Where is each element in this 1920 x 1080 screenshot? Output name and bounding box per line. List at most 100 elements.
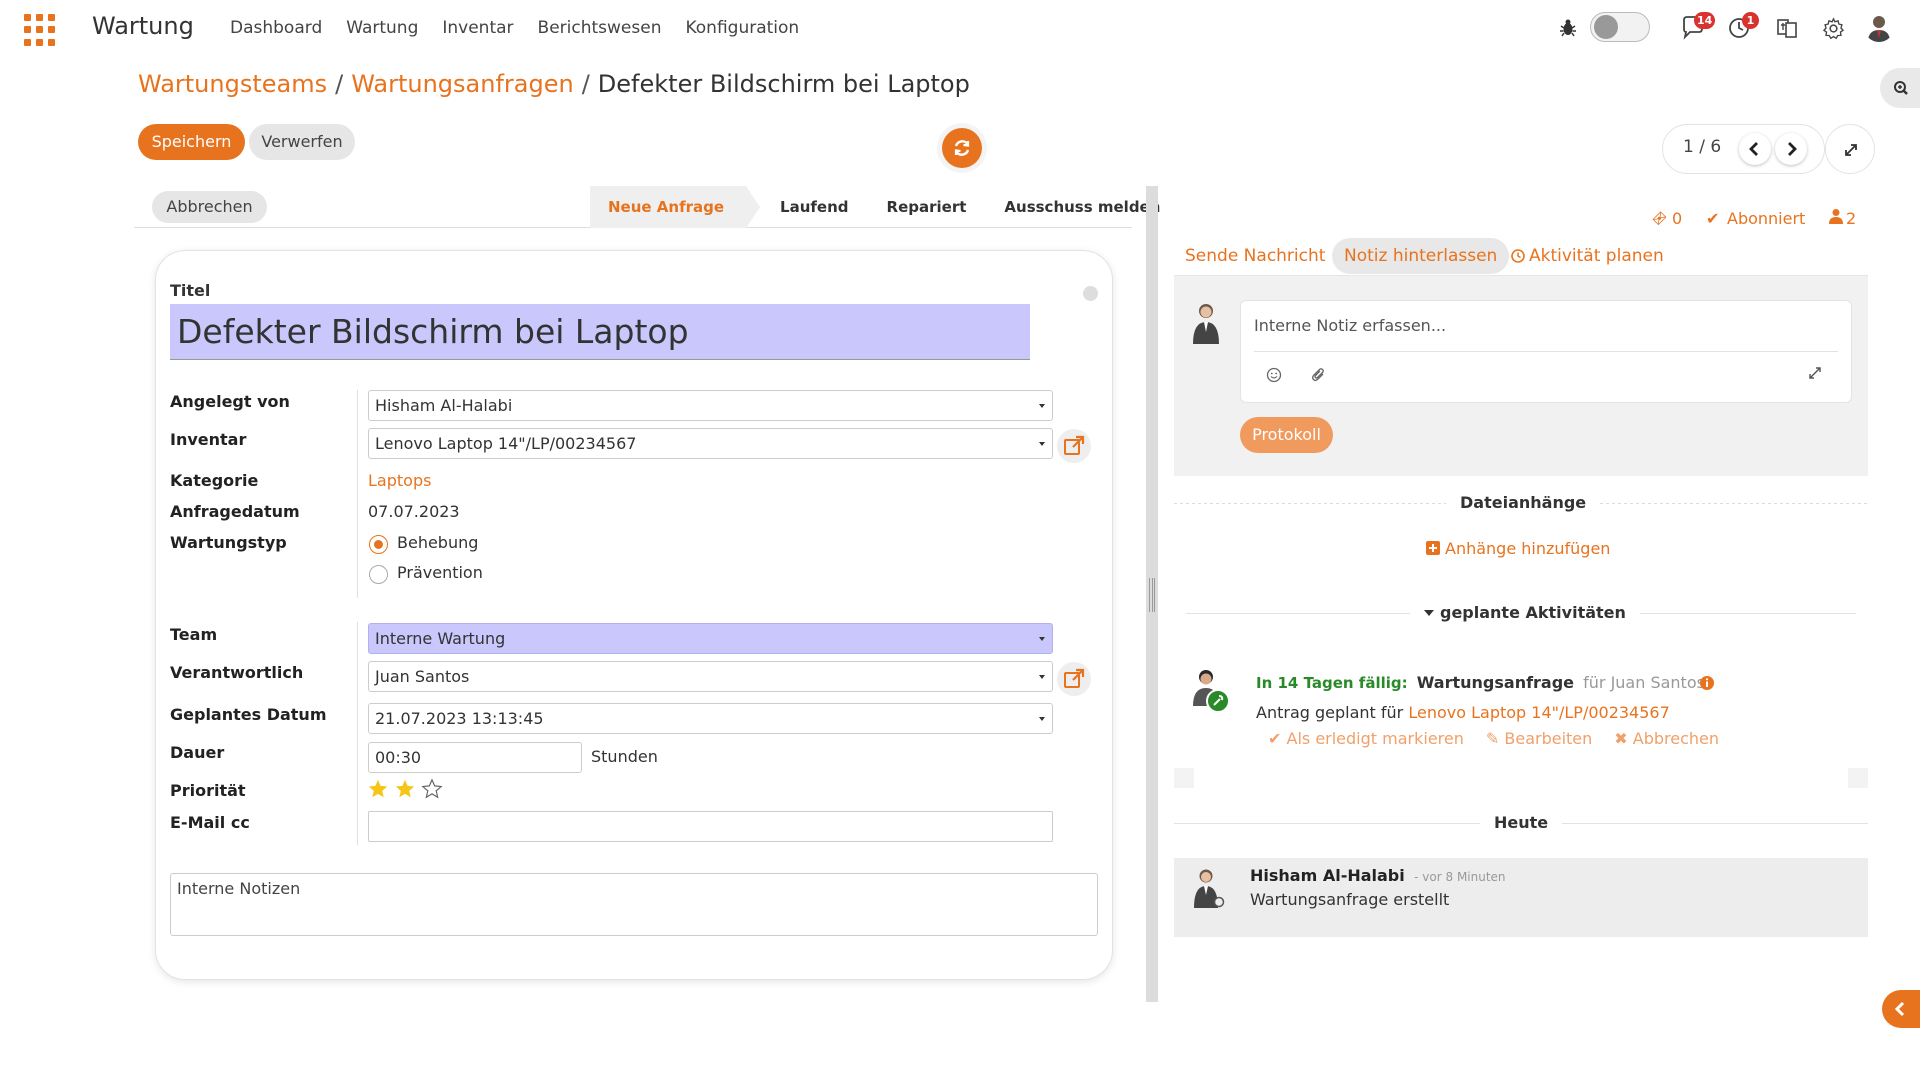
radio-preventive[interactable] — [369, 565, 388, 584]
radio-preventive-label[interactable]: Prävention — [397, 563, 483, 582]
top-navbar: Wartung Dashboard Wartung Inventar Beric… — [0, 0, 1920, 56]
email-cc-field[interactable] — [368, 811, 1053, 842]
activity-clock-icon[interactable]: 1 — [1727, 12, 1759, 42]
composer-divider — [1254, 351, 1838, 352]
expand-icon[interactable] — [1825, 124, 1875, 174]
chevron-left-icon[interactable] — [1882, 990, 1920, 1028]
attachments-count[interactable]: 0 — [1672, 209, 1682, 228]
inventory-label: Inventar — [170, 430, 247, 449]
cancel-request-button[interactable]: Abbrechen — [152, 191, 267, 223]
responsible-value: Juan Santos — [375, 667, 470, 686]
user-avatar[interactable] — [1864, 12, 1894, 42]
team-field[interactable]: Interne Wartung — [368, 623, 1053, 654]
breadcrumb: Wartungsteams / Wartungsanfragen / Defekter … — [138, 70, 970, 98]
created-by-field[interactable]: Hisham Al-Halabi — [368, 390, 1053, 421]
radio-corrective[interactable] — [369, 535, 388, 554]
menu-item-berichtswesen[interactable]: Berichtswesen — [538, 18, 662, 38]
request-date-label: Anfragedatum — [170, 502, 300, 521]
pager-previous-button[interactable] — [1739, 133, 1771, 165]
fullscreen-composer-icon[interactable] — [1807, 365, 1823, 381]
clock-icon — [1511, 238, 1528, 274]
menu-item-wartung[interactable]: Wartung — [346, 18, 418, 38]
add-attachment-icon[interactable] — [1426, 541, 1440, 555]
stage-new-request[interactable]: Neue Anfrage — [590, 186, 761, 228]
chevron-down-icon — [1039, 442, 1045, 446]
messages-badge: 14 — [1694, 12, 1716, 29]
team-label: Team — [170, 625, 218, 644]
scheduled-date-value: 21.07.2023 13:13:45 — [375, 709, 544, 728]
internal-notes-field[interactable]: Interne Notizen — [170, 873, 1098, 936]
breadcrumb-item-requests[interactable]: Wartungsanfragen — [351, 70, 574, 98]
note-input[interactable]: Interne Notiz erfassen... — [1254, 316, 1446, 335]
activity-line: In 14 Tagen fällig: Wartungsanfrage für … — [1256, 673, 1705, 692]
message-author[interactable]: Hisham Al-Halabi — [1250, 866, 1405, 885]
info-icon[interactable] — [1699, 675, 1715, 691]
followers-count[interactable]: 2 — [1846, 209, 1856, 228]
attachments-counter[interactable]: ✉ — [1648, 207, 1671, 230]
stage-in-progress[interactable]: Laufend — [746, 186, 867, 228]
tab-schedule-activity[interactable]: Aktivität planen — [1529, 238, 1664, 274]
star-filled-icon[interactable] — [394, 778, 416, 800]
log-button[interactable]: Protokoll — [1240, 417, 1333, 453]
stage-selector: Neue Anfrage Laufend Repariert Ausschuss… — [590, 186, 1179, 228]
subscribed-button[interactable]: Abonniert — [1727, 209, 1805, 228]
debug-toggle[interactable] — [1590, 12, 1650, 42]
caret-down-icon — [1424, 609, 1434, 616]
refresh-icon[interactable] — [942, 128, 982, 168]
inventory-field[interactable]: Lenovo Laptop 14"/LP/00234567 — [368, 428, 1053, 459]
team-value: Interne Wartung — [375, 629, 506, 648]
external-link-icon[interactable] — [1057, 662, 1091, 696]
tab-send-message[interactable]: Sende Nachricht — [1185, 238, 1325, 274]
composer-avatar — [1190, 300, 1222, 344]
planned-activities-toggle[interactable]: geplante Aktivitäten — [1410, 603, 1640, 622]
pencil-icon: ✎ — [1485, 729, 1505, 748]
settings-gear-icon[interactable] — [1822, 17, 1845, 40]
cancel-activity-button[interactable]: ✖ Abbrechen — [1614, 729, 1719, 748]
drag-handle-icon[interactable] — [1149, 578, 1155, 612]
menu-item-konfiguration[interactable]: Konfiguration — [685, 18, 799, 38]
mark-done-button[interactable]: ✔ Als erledigt markieren — [1268, 729, 1464, 748]
pager-value[interactable]: 1 / 6 — [1683, 137, 1721, 157]
save-button[interactable]: Speichern — [138, 124, 245, 160]
external-link-icon[interactable] — [1057, 429, 1091, 463]
breadcrumb-current: Defekter Bildschirm bei Laptop — [597, 70, 970, 98]
zoom-icon[interactable] — [1880, 68, 1920, 108]
stage-repaired[interactable]: Repariert — [868, 186, 986, 228]
priority-status-dot[interactable] — [1083, 286, 1098, 301]
star-empty-icon[interactable] — [421, 778, 443, 800]
language-icon[interactable] — [1776, 17, 1798, 39]
category-link[interactable]: Laptops — [368, 471, 431, 490]
add-attachments-link[interactable]: Anhänge hinzufügen — [1445, 539, 1610, 558]
attachment-paperclip-icon[interactable] — [1311, 367, 1327, 383]
title-input[interactable]: Defekter Bildschirm bei Laptop — [170, 304, 1030, 360]
menu-item-inventar[interactable]: Inventar — [442, 18, 513, 38]
edit-activity-button[interactable]: ✎ Bearbeiten — [1486, 729, 1592, 748]
duration-input[interactable]: 00:30 — [368, 742, 582, 773]
discard-button[interactable]: Verwerfen — [249, 124, 355, 160]
request-date-value: 07.07.2023 — [368, 502, 460, 521]
responsible-field[interactable]: Juan Santos — [368, 661, 1053, 692]
menu-item-dashboard[interactable]: Dashboard — [230, 18, 322, 38]
chevron-down-icon — [1039, 637, 1045, 641]
app-menu-icon[interactable] — [24, 14, 56, 46]
message-avatar — [1190, 866, 1230, 914]
emoji-icon[interactable] — [1266, 367, 1282, 383]
messaging-icon[interactable]: 14 — [1680, 12, 1716, 42]
category-label: Kategorie — [170, 471, 259, 490]
tab-log-note[interactable]: Notiz hinterlassen — [1332, 238, 1510, 274]
message-time: - vor 8 Minuten — [1414, 870, 1506, 884]
maintenance-type-label: Wartungstyp — [170, 533, 287, 552]
bug-icon[interactable] — [1558, 18, 1578, 38]
activity-summary-prefix: Antrag geplant für — [1256, 703, 1404, 722]
star-filled-icon[interactable] — [367, 778, 389, 800]
radio-corrective-label[interactable]: Behebung — [397, 533, 478, 552]
created-by-label: Angelegt von — [170, 392, 290, 411]
planned-activities-header: geplante Aktivitäten — [1440, 603, 1626, 622]
scheduled-date-field[interactable]: 21.07.2023 13:13:45 — [368, 703, 1053, 734]
pager-next-button[interactable] — [1775, 133, 1807, 165]
app-title[interactable]: Wartung — [92, 12, 194, 40]
activity-avatar — [1190, 666, 1230, 714]
activity-inventory-link[interactable]: Lenovo Laptop 14"/LP/00234567 — [1408, 703, 1669, 722]
breadcrumb-item-teams[interactable]: Wartungsteams — [138, 70, 327, 98]
followers-icon[interactable] — [1829, 208, 1843, 224]
